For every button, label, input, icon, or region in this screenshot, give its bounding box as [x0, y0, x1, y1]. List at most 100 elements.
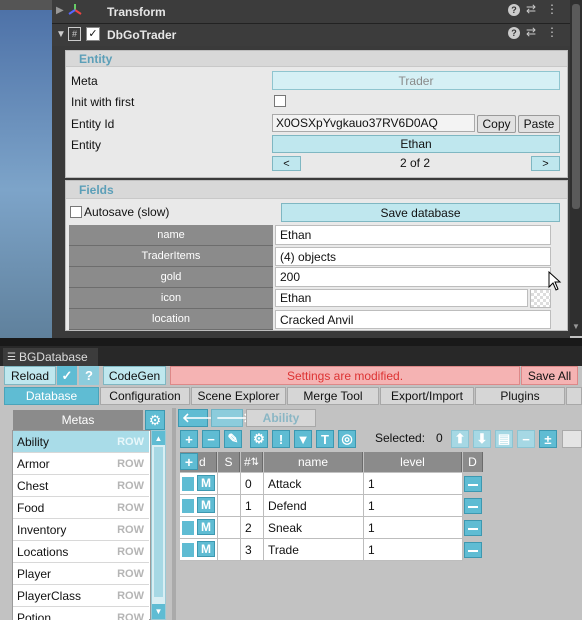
meta-item-locations[interactable]: Locations ROW [13, 541, 149, 563]
forward-button[interactable]: 🡒 [211, 409, 251, 427]
foldout-arrow-icon[interactable]: ▶ [56, 5, 64, 16]
m-button[interactable]: M [197, 497, 215, 513]
inspector-scrollbar[interactable]: ▼ [570, 0, 582, 336]
check-button[interactable]: ✓ [57, 366, 77, 385]
column-header-delete[interactable]: D [463, 452, 483, 472]
expand-button[interactable]: ± [539, 430, 557, 448]
row-level-cell[interactable]: 1 [364, 539, 463, 561]
gear-icon: ⚙ [253, 431, 265, 446]
field-name-value[interactable]: Ethan [275, 225, 551, 245]
field-traderitems-value[interactable]: (4) objects [275, 247, 551, 266]
copy-rows-button[interactable]: ▤ [495, 430, 513, 448]
transform-header[interactable]: ▶ Transform ? ⇄ ⋮ [52, 0, 570, 24]
row-name-cell[interactable]: Attack [264, 473, 364, 495]
entity-selector[interactable]: Ethan [272, 135, 560, 153]
meta-item-armor[interactable]: Armor ROW [13, 453, 149, 475]
add-row-button[interactable]: + [180, 430, 198, 448]
help-icon[interactable]: ? [508, 4, 520, 16]
scroll-down-button[interactable]: ▼ [152, 604, 165, 619]
table-row[interactable]: M 0 Attack 1 [180, 473, 483, 495]
help-icon[interactable]: ? [508, 27, 520, 39]
row-level-cell[interactable]: 1 [364, 517, 463, 539]
text-filter-button[interactable]: T [316, 430, 334, 448]
validate-button[interactable]: ! [272, 430, 290, 448]
tab-configuration[interactable]: Configuration [100, 387, 190, 405]
next-entity-button[interactable]: > [531, 156, 560, 171]
autosave-checkbox[interactable] [70, 206, 82, 218]
save-database-button[interactable]: Save database [281, 203, 560, 222]
delete-row-icon[interactable] [464, 476, 482, 492]
metas-settings-button[interactable]: ⚙ [145, 410, 165, 430]
scroll-up-button[interactable]: ▲ [152, 431, 165, 445]
paste-button[interactable]: Paste [518, 115, 560, 133]
edit-button[interactable]: ✎ [224, 430, 242, 448]
meta-row-tag: ROW [117, 567, 144, 580]
meta-item-potion[interactable]: Potion ROW [13, 607, 149, 620]
scrollbar-thumb[interactable] [154, 447, 163, 597]
delete-row-icon[interactable] [464, 520, 482, 536]
copy-button[interactable]: Copy [477, 115, 516, 133]
bgdb-window-tab[interactable]: ☰ BGDatabase [3, 348, 98, 366]
column-header-id[interactable]: # ⇅ [241, 452, 263, 472]
metas-scrollbar[interactable]: ▲ ▼ [151, 430, 166, 620]
splitter[interactable] [172, 408, 176, 620]
field-gold-value[interactable]: 200 [275, 267, 551, 287]
m-button[interactable]: M [197, 519, 215, 535]
row-level-cell[interactable]: 1 [364, 473, 463, 495]
kebab-menu-icon[interactable]: ⋮ [546, 25, 558, 39]
filter-button[interactable]: ▼ [294, 430, 312, 448]
delete-row-button[interactable]: − [202, 430, 220, 448]
settings-button[interactable]: ⚙ [250, 430, 268, 448]
tab-plugins[interactable]: Plugins [475, 387, 565, 405]
table-row[interactable]: M 3 Trade 1 [180, 539, 483, 561]
tab-scene-explorer[interactable]: Scene Explorer [191, 387, 286, 405]
column-header-s[interactable]: S [218, 452, 240, 472]
reload-button[interactable]: Reload [4, 366, 56, 385]
column-header-level[interactable]: level [364, 452, 462, 472]
collapse-button[interactable]: − [517, 430, 535, 448]
meta-row-tag: ROW [117, 501, 144, 514]
table-row[interactable]: M 2 Sneak 1 [180, 517, 483, 539]
back-button[interactable]: 🡐 [178, 409, 217, 427]
meta-item-player[interactable]: Player ROW [13, 563, 149, 585]
m-button[interactable]: M [197, 541, 215, 557]
enabled-checkbox[interactable]: ✓ [86, 27, 100, 41]
codegen-button[interactable]: CodeGen [103, 366, 166, 385]
preset-icon[interactable]: ⇄ [526, 2, 536, 16]
column-header-name[interactable]: name [264, 452, 363, 472]
tab-export-import[interactable]: Export/Import [380, 387, 474, 405]
help-button[interactable]: ? [79, 366, 99, 385]
scrollbar-thumb[interactable] [572, 4, 580, 209]
tab-database[interactable]: Database [4, 387, 99, 405]
component-header[interactable]: ▼ # ✓ DbGoTrader ? ⇄ ⋮ [52, 24, 570, 46]
tab-merge-tool[interactable]: Merge Tool [287, 387, 379, 405]
table-row[interactable]: M 1 Defend 1 [180, 495, 483, 517]
meta-item-inventory[interactable]: Inventory ROW [13, 519, 149, 541]
init-with-first-checkbox[interactable] [274, 95, 286, 107]
move-up-button[interactable]: ⬆ [451, 430, 469, 448]
m-button[interactable]: M [197, 475, 215, 491]
help-icon: ? [85, 368, 93, 383]
row-name-cell[interactable]: Trade [264, 539, 364, 561]
field-icon-value[interactable]: Ethan [275, 289, 528, 307]
kebab-menu-icon[interactable]: ⋮ [546, 2, 558, 16]
entity-id-field[interactable]: X0OSXpYvgkauo37RV6D0AQ [272, 114, 475, 132]
row-name-cell[interactable]: Defend [264, 495, 364, 517]
preset-icon[interactable]: ⇄ [526, 25, 536, 39]
prev-entity-button[interactable]: < [272, 156, 301, 171]
save-all-button[interactable]: Save All [521, 366, 578, 385]
field-location-value[interactable]: Cracked Anvil [275, 310, 551, 329]
delete-row-icon[interactable] [464, 498, 482, 514]
column-header-add[interactable]: + d [180, 452, 217, 472]
target-button[interactable]: ◎ [338, 430, 356, 448]
meta-item-playerclass[interactable]: PlayerClass ROW [13, 585, 149, 607]
move-down-button[interactable]: ⬇ [473, 430, 491, 448]
scroll-down-icon[interactable]: ▼ [572, 322, 580, 331]
delete-row-icon[interactable] [464, 542, 482, 558]
meta-item-ability[interactable]: Ability ROW [13, 431, 149, 453]
row-level-cell[interactable]: 1 [364, 495, 463, 517]
meta-item-chest[interactable]: Chest ROW [13, 475, 149, 497]
row-name-cell[interactable]: Sneak [264, 517, 364, 539]
foldout-arrow-icon[interactable]: ▼ [56, 29, 66, 40]
meta-item-food[interactable]: Food ROW [13, 497, 149, 519]
